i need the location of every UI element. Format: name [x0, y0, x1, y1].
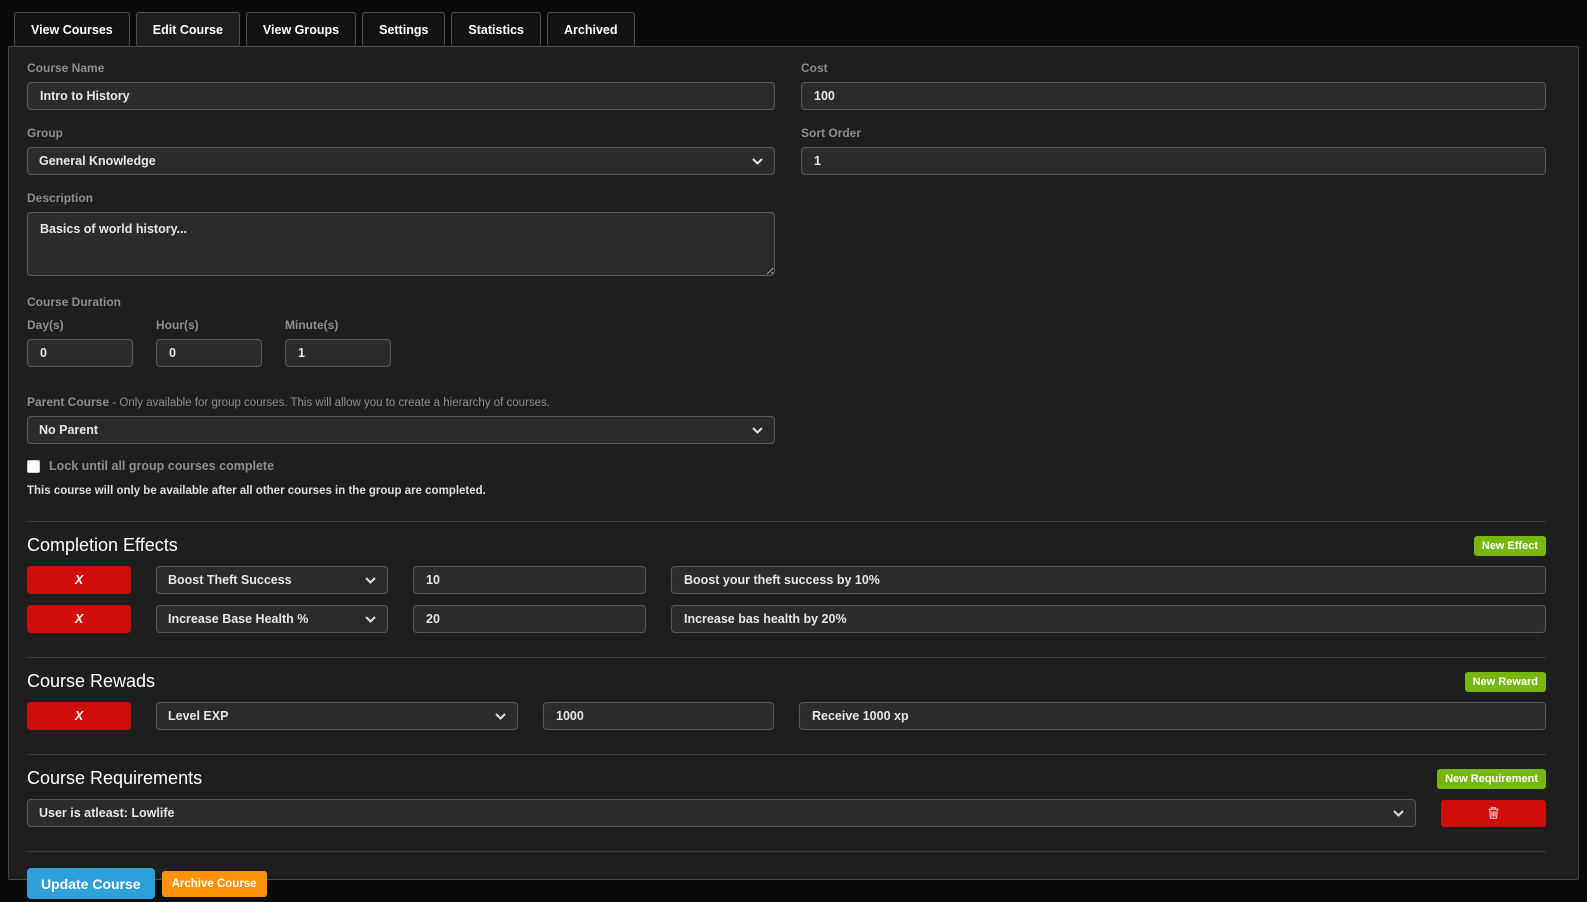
lock-checkbox[interactable]	[27, 460, 40, 473]
reward-row: X Level EXP	[27, 702, 1546, 730]
lock-checkbox-label: Lock until all group courses complete	[49, 459, 274, 473]
completion-effects-title: Completion Effects	[27, 535, 178, 556]
course-duration-label: Course Duration	[27, 295, 1546, 309]
cost-input[interactable]	[801, 82, 1546, 110]
remove-reward-button[interactable]: X	[27, 702, 131, 730]
days-label: Day(s)	[27, 318, 133, 332]
course-rewards-title: Course Rewads	[27, 671, 155, 692]
effect-row: X Boost Theft Success	[27, 566, 1546, 594]
new-reward-button[interactable]: New Reward	[1465, 672, 1546, 692]
reward-value-input[interactable]	[543, 702, 774, 730]
remove-effect-button[interactable]: X	[27, 605, 131, 633]
trash-icon	[1487, 806, 1500, 820]
requirement-value: User is atleast: Lowlife	[39, 806, 174, 820]
minutes-label: Minute(s)	[285, 318, 391, 332]
group-select-value: General Knowledge	[39, 154, 156, 168]
requirement-select[interactable]: User is atleast: Lowlife	[27, 799, 1416, 827]
group-label: Group	[27, 126, 775, 140]
tab-bar: View Courses Edit Course View Groups Set…	[0, 0, 1587, 47]
effect-type-value: Boost Theft Success	[168, 573, 292, 587]
requirement-row: User is atleast: Lowlife	[27, 799, 1546, 827]
new-requirement-button[interactable]: New Requirement	[1437, 769, 1546, 789]
description-textarea[interactable]: Basics of world history...	[27, 212, 775, 276]
minutes-input[interactable]	[285, 339, 391, 367]
chevron-down-icon	[365, 577, 376, 584]
divider	[27, 851, 1546, 852]
course-name-input[interactable]	[27, 82, 775, 110]
divider	[27, 521, 1546, 522]
reward-description-input[interactable]	[799, 702, 1546, 730]
chevron-down-icon	[365, 616, 376, 623]
tab-edit-course[interactable]: Edit Course	[136, 12, 240, 47]
divider	[27, 754, 1546, 755]
tab-view-groups[interactable]: View Groups	[246, 12, 356, 47]
parent-course-select-value: No Parent	[39, 423, 98, 437]
lock-note: This course will only be available after…	[27, 485, 1546, 497]
tab-settings[interactable]: Settings	[362, 12, 445, 47]
parent-course-select[interactable]: No Parent	[27, 416, 775, 444]
chevron-down-icon	[495, 713, 506, 720]
tab-view-courses[interactable]: View Courses	[14, 12, 130, 47]
chevron-down-icon	[752, 427, 763, 434]
reward-type-select[interactable]: Level EXP	[156, 702, 518, 730]
parent-course-label-row: Parent Course - Only available for group…	[27, 395, 775, 409]
chevron-down-icon	[752, 158, 763, 165]
course-requirements-title: Course Requirements	[27, 768, 202, 789]
effect-value-input[interactable]	[413, 566, 646, 594]
days-input[interactable]	[27, 339, 133, 367]
course-name-label: Course Name	[27, 61, 775, 75]
effect-value-input[interactable]	[413, 605, 646, 633]
sort-order-input[interactable]	[801, 147, 1546, 175]
sort-order-label: Sort Order	[801, 126, 1546, 140]
effect-type-value: Increase Base Health %	[168, 612, 308, 626]
effect-description-input[interactable]	[671, 605, 1546, 633]
tab-archived[interactable]: Archived	[547, 12, 635, 47]
cost-label: Cost	[801, 61, 1546, 75]
remove-effect-button[interactable]: X	[27, 566, 131, 594]
divider	[27, 657, 1546, 658]
hours-input[interactable]	[156, 339, 262, 367]
reward-type-value: Level EXP	[168, 709, 228, 723]
update-course-button[interactable]: Update Course	[27, 868, 155, 899]
hours-label: Hour(s)	[156, 318, 262, 332]
effect-row: X Increase Base Health %	[27, 605, 1546, 633]
delete-requirement-button[interactable]	[1441, 800, 1546, 827]
description-label: Description	[27, 191, 775, 205]
edit-course-panel: Course Name Cost Group General Knowledge…	[8, 46, 1579, 880]
tab-statistics[interactable]: Statistics	[451, 12, 541, 47]
effect-type-select[interactable]: Increase Base Health %	[156, 605, 388, 633]
chevron-down-icon	[1393, 810, 1404, 817]
effect-description-input[interactable]	[671, 566, 1546, 594]
new-effect-button[interactable]: New Effect	[1474, 536, 1546, 556]
parent-course-hint: - Only available for group courses. This…	[112, 397, 550, 409]
parent-course-label: Parent Course	[27, 395, 109, 409]
effect-type-select[interactable]: Boost Theft Success	[156, 566, 388, 594]
group-select[interactable]: General Knowledge	[27, 147, 775, 175]
archive-course-button[interactable]: Archive Course	[162, 871, 267, 897]
